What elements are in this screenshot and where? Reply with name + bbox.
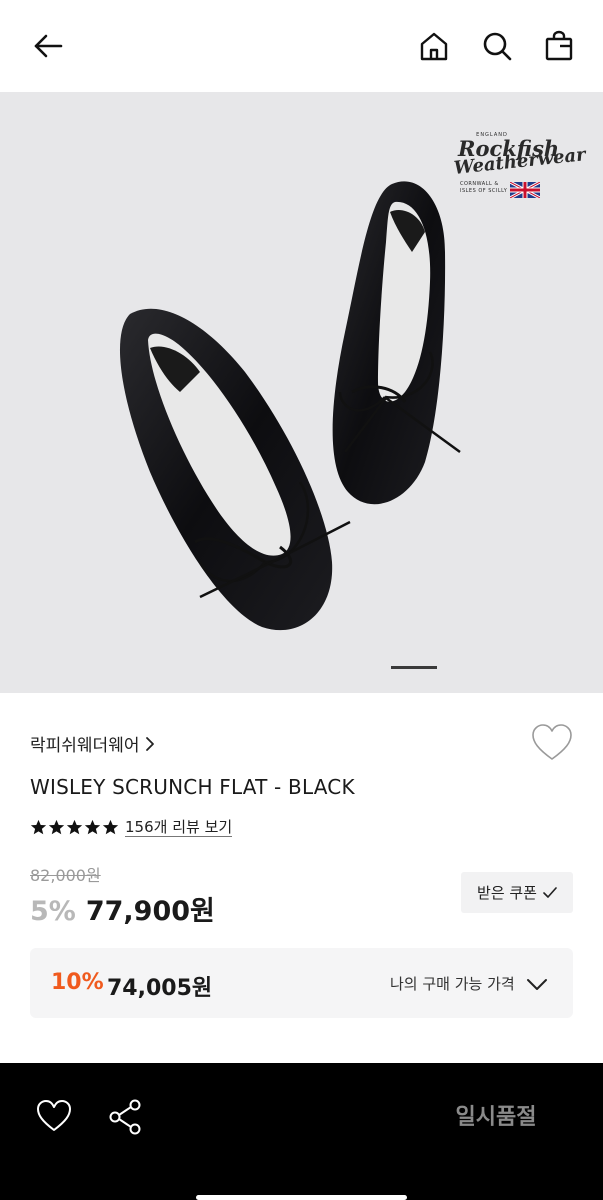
discount-rate: 5% — [30, 896, 76, 927]
heart-icon[interactable] — [34, 1097, 74, 1137]
search-button[interactable] — [477, 26, 517, 66]
home-indicator — [196, 1195, 407, 1200]
carousel-indicator — [391, 666, 437, 669]
star-icon — [84, 819, 101, 835]
check-icon — [543, 886, 557, 898]
top-header — [0, 0, 603, 92]
star-icon — [66, 819, 83, 835]
back-button[interactable] — [28, 26, 68, 66]
chevron-right-icon — [146, 736, 155, 751]
my-price: 74,005원 — [107, 976, 213, 1001]
home-icon — [420, 32, 448, 61]
product-image-carousel[interactable]: ENGLAND Rockfish Weatherwear CORNWALL & … — [0, 92, 603, 693]
star-icon — [30, 819, 47, 835]
coupon-button[interactable]: 받은 쿠폰 — [461, 872, 573, 913]
logo-location: CORNWALL & ISLES OF SCILLY — [460, 181, 508, 194]
star-rating — [30, 819, 119, 836]
home-button[interactable] — [414, 26, 454, 66]
wishlist-heart-icon[interactable] — [530, 723, 574, 763]
arrow-left-icon — [34, 34, 63, 58]
bottom-action-bar: 일시품절 — [0, 1063, 603, 1200]
right-shoe — [332, 181, 461, 505]
my-discount-rate: 10% — [51, 970, 104, 995]
sold-out-label: 일시품절 — [455, 1105, 537, 1130]
coupon-label: 받은 쿠폰 — [477, 884, 537, 902]
brand-name: 락피쉬웨더웨어 — [30, 736, 140, 756]
chevron-down-icon — [527, 979, 547, 990]
price-row: 5% 77,900원 — [30, 889, 215, 928]
rating-row: 156개 리뷰 보기 — [30, 818, 233, 837]
sale-price: 77,900원 — [85, 896, 215, 927]
left-shoe — [119, 308, 351, 631]
my-price-box[interactable]: 10% 74,005원 나의 구매 가능 가격 — [30, 948, 573, 1018]
brand-link[interactable]: 락피쉬웨더웨어 — [30, 731, 155, 756]
shopping-bag-icon — [545, 30, 573, 61]
original-price: 82,000원 — [30, 866, 101, 885]
cart-button[interactable] — [539, 26, 579, 66]
star-icon — [102, 819, 119, 835]
product-info: 락피쉬웨더웨어 WISLEY SCRUNCH FLAT - BLACK 156개… — [0, 693, 603, 1063]
brand-logo: ENGLAND Rockfish Weatherwear CORNWALL & … — [452, 132, 587, 202]
my-price-label: 나의 구매 가능 가격 — [390, 975, 515, 993]
star-icon — [48, 819, 65, 835]
review-link[interactable]: 156개 리뷰 보기 — [125, 818, 233, 837]
search-icon — [483, 32, 512, 61]
uk-flag-icon — [510, 182, 540, 198]
share-icon[interactable] — [106, 1097, 146, 1137]
product-title: WISLEY SCRUNCH FLAT - BLACK — [30, 775, 355, 799]
